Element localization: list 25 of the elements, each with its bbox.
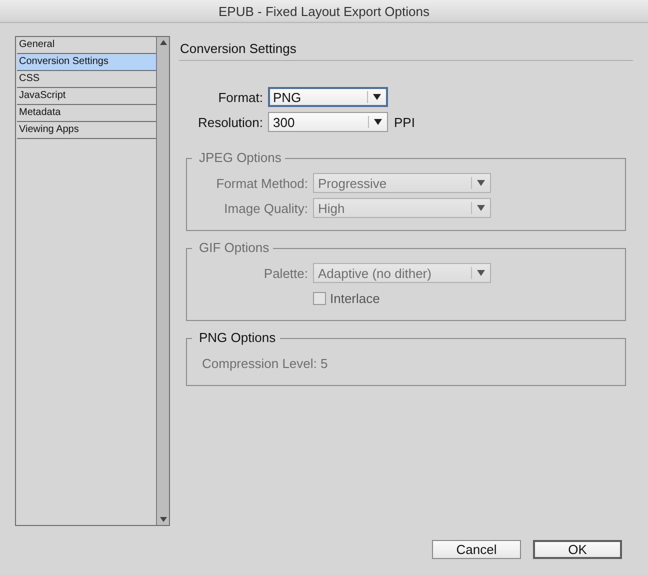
caret-icon [477,205,485,211]
dialog-button[interactable]: OK [533,540,622,559]
caret-icon [477,180,485,186]
unit-label: PPI [394,114,415,130]
caret-icon [477,270,485,276]
caret-icon [373,94,381,100]
sidebar-item[interactable]: Conversion Settings [17,54,156,71]
scroll-up-icon[interactable] [160,40,166,45]
field-label: Format Method: [215,176,308,190]
field-label: Format: [217,90,263,104]
scroll-bar[interactable] [156,37,169,525]
group-title: GIF Options [192,240,274,256]
field-label: Palette: [262,266,308,280]
window-title: EPUB - Fixed Layout Export Options [0,0,648,23]
dialog-button[interactable]: Cancel [432,540,521,559]
dropdown[interactable]: 300 [268,112,388,132]
group-title: JPEG Options [192,150,286,166]
scroll-down-icon[interactable] [160,517,166,522]
field-label: Resolution: [196,114,263,130]
caret-icon [374,119,382,125]
field-label: Image Quality: [223,200,308,216]
section-title: Conversion Settings [179,36,633,61]
field-label: Compression Level: 5 [201,356,328,370]
dropdown[interactable]: PNG [268,87,388,107]
group-title: PNG Options [192,330,280,346]
